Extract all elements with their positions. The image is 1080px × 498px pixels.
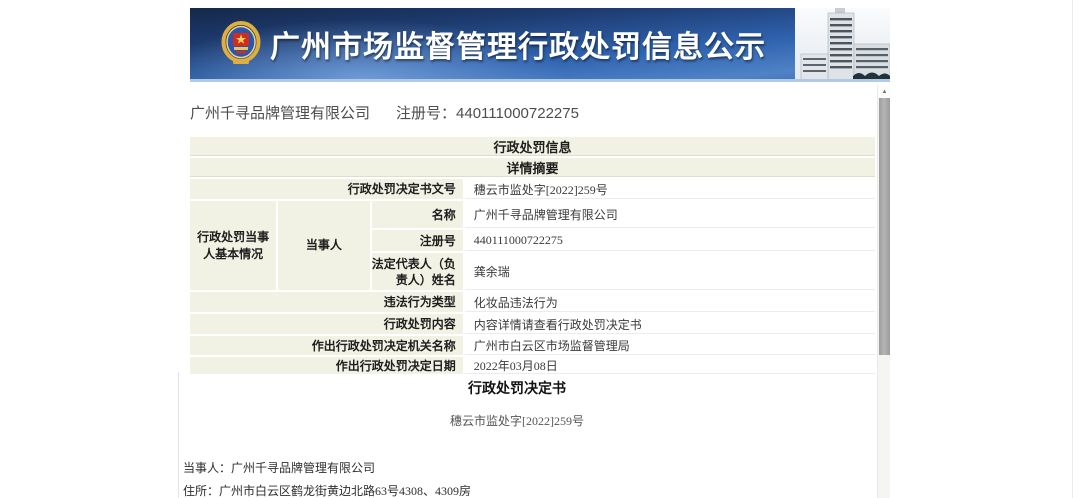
decree-left-border — [178, 372, 179, 498]
market-supervision-badge-icon — [220, 20, 262, 68]
page-right-edge-divider — [1072, 0, 1073, 498]
page: { "banner": { "title": "广州市场监督管理行政处罚信息公示… — [0, 0, 1080, 498]
label-registration-number: 注册号 — [371, 230, 463, 251]
scrollbar-thumb[interactable] — [879, 98, 890, 355]
label-name: 名称 — [371, 201, 463, 228]
table-section-header-penalty-info: 行政处罚信息 — [190, 137, 875, 156]
table-section-header-summary: 详情摘要 — [190, 158, 875, 177]
label-party: 当事人 — [278, 201, 370, 290]
value-deciding-authority: 广州市白云区市场监督管理局 — [464, 336, 875, 355]
vertical-scrollbar[interactable]: ▲ — [877, 85, 891, 498]
decree-line-party: 当事人：广州千寻品牌管理有限公司 — [183, 461, 376, 475]
decree-title: 行政处罚决定书 — [468, 382, 566, 397]
value-penalty-content: 内容详情请查看行政处罚决定书 — [464, 314, 875, 334]
label-party-basic-info: 行政处罚当事人基本情况 — [190, 201, 277, 290]
label-legal-representative: 法定代表人（负责人）姓名 — [371, 253, 463, 290]
value-violation-type: 化妆品违法行为 — [464, 292, 875, 312]
label-penalty-content: 行政处罚内容 — [190, 314, 463, 334]
decree-line-address: 住所：广州市白云区鹤龙街黄边北路63号4308、4309房 — [183, 484, 472, 498]
scrollbar-up-arrow-icon[interactable]: ▲ — [878, 85, 891, 98]
company-headline: 广州千寻品牌管理有限公司 注册号：440111000722275 — [190, 102, 870, 123]
banner-title: 广州市场监督管理行政处罚信息公示 — [270, 30, 766, 64]
registration-number: 440111000722275 — [456, 105, 579, 122]
value-decision-doc-number: 穗云市监处字[2022]259号 — [464, 179, 875, 199]
header-banner: 广州市场监督管理行政处罚信息公示 — [190, 8, 890, 82]
company-name: 广州千寻品牌管理有限公司 — [190, 105, 371, 122]
label-deciding-authority: 作出行政处罚决定机关名称 — [190, 336, 463, 355]
penalty-info-table: 行政处罚信息 详情摘要 行政处罚决定书文号 穗云市监处字[2022]259号 行… — [188, 135, 877, 376]
value-legal-representative: 龚余瑞 — [464, 253, 875, 290]
value-name: 广州千寻品牌管理有限公司 — [464, 201, 875, 228]
government-building-photo — [795, 8, 890, 79]
label-violation-type: 违法行为类型 — [190, 292, 463, 312]
decree-doc-number: 穗云市监处字[2022]259号 — [450, 414, 584, 428]
label-decision-doc-number: 行政处罚决定书文号 — [190, 179, 463, 199]
decree-section: 行政处罚决定书 穗云市监处字[2022]259号 当事人：广州千寻品牌管理有限公… — [183, 372, 851, 498]
value-registration-number: 440111000722275 — [464, 230, 875, 251]
registration-label: 注册号： — [396, 105, 457, 122]
